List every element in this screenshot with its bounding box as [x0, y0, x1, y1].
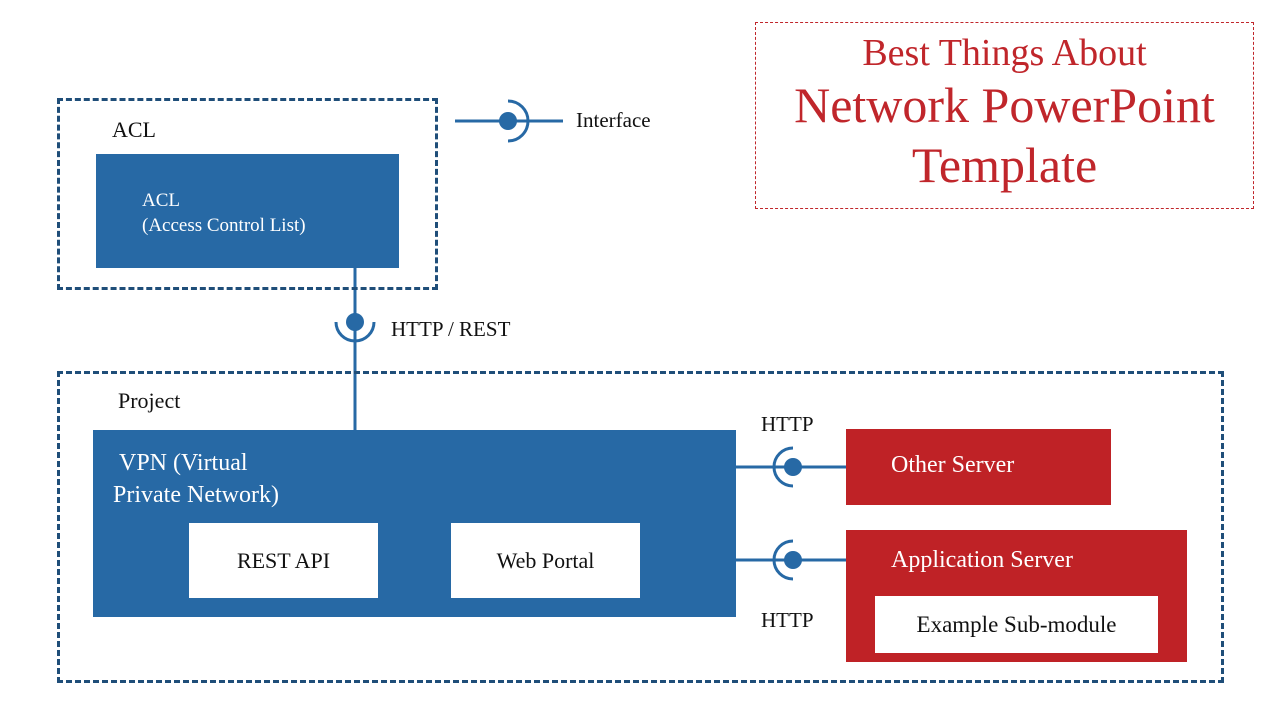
interface-label: Interface — [576, 108, 651, 132]
project-label: Project — [118, 388, 181, 413]
acl-box: ACL (Access Control List) — [96, 154, 399, 268]
module-rest-api: REST API — [189, 523, 378, 598]
other-server-label: Other Server — [891, 452, 1015, 478]
acl-group-label: ACL — [112, 117, 156, 142]
http-rest-label: HTTP / REST — [391, 317, 511, 341]
interface-legend-icon — [455, 99, 563, 143]
acl-box-subtitle: (Access Control List) — [142, 215, 306, 236]
module-web-portal: Web Portal — [451, 523, 640, 598]
vpn-box: VPN (Virtual Private Network) REST API W… — [93, 430, 736, 617]
other-server-box: Other Server — [846, 429, 1111, 505]
application-server-box: Application Server Example Sub-module — [846, 530, 1187, 662]
application-server-label: Application Server — [891, 547, 1073, 573]
vpn-title-line-1: VPN (Virtual — [119, 450, 248, 476]
application-server-protocol-label: HTTP — [761, 608, 814, 632]
other-server-protocol-label: HTTP — [761, 412, 814, 436]
acl-box-title: ACL — [142, 190, 180, 211]
vpn-title-line-2: Private Network) — [113, 482, 279, 508]
example-submodule-box: Example Sub-module — [875, 596, 1158, 653]
